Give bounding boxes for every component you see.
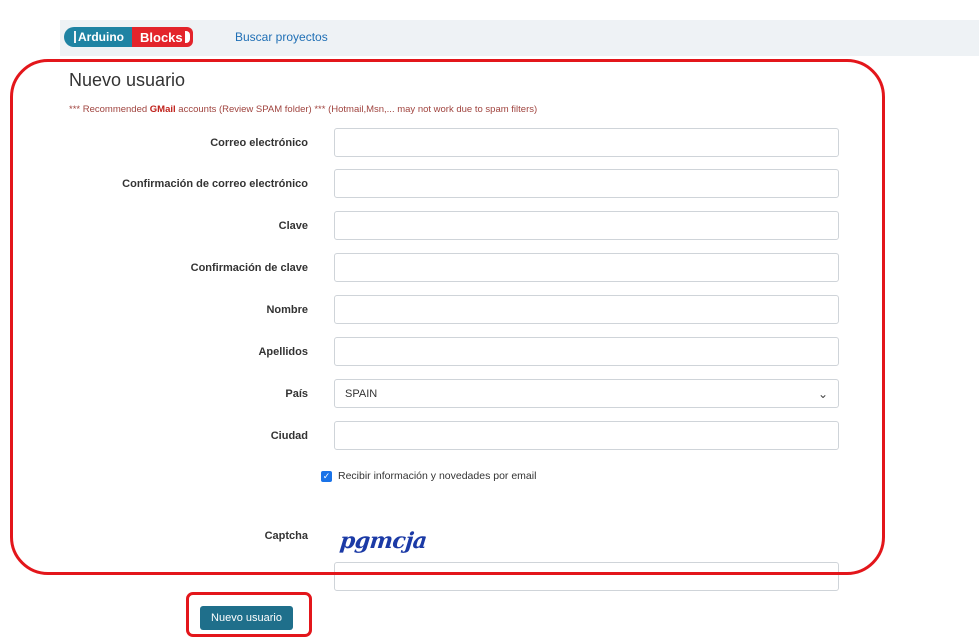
name-label: Nombre bbox=[266, 304, 308, 316]
password-field[interactable] bbox=[334, 211, 839, 240]
country-label: País bbox=[285, 388, 308, 400]
logo-arduino-part: Arduino bbox=[64, 27, 132, 47]
notice-brand: GMail bbox=[149, 104, 176, 115]
page-title: Nuevo usuario bbox=[69, 70, 186, 90]
email-label: Correo electrónico bbox=[210, 137, 308, 149]
surname-field[interactable] bbox=[334, 337, 839, 366]
newsletter-row: ✓ Recibir información y novedades por em… bbox=[321, 470, 536, 482]
notice-prefix: *** Recommended bbox=[69, 104, 150, 115]
newsletter-label: Recibir información y novedades por emai… bbox=[338, 470, 537, 482]
email-notice: *** Recommended GMail accounts (Review S… bbox=[69, 104, 537, 115]
newsletter-checkbox[interactable]: ✓ bbox=[321, 470, 332, 482]
password-label: Clave bbox=[278, 220, 308, 232]
city-label: Ciudad bbox=[270, 430, 308, 442]
country-selected-value: SPAIN bbox=[345, 387, 378, 400]
name-field[interactable] bbox=[334, 295, 839, 324]
top-navbar: Arduino Blocks Buscar proyectos bbox=[60, 20, 979, 56]
logo-blocks-part: Blocks bbox=[132, 27, 193, 47]
email-field[interactable] bbox=[334, 128, 839, 157]
city-field[interactable] bbox=[334, 421, 839, 450]
email-confirm-label: Confirmación de correo electrónico bbox=[122, 178, 308, 190]
password-confirm-label: Confirmación de clave bbox=[190, 262, 308, 274]
email-confirm-field[interactable] bbox=[334, 169, 839, 198]
surname-label: Apellidos bbox=[258, 346, 308, 358]
captcha-label: Captcha bbox=[264, 530, 308, 542]
password-confirm-field[interactable] bbox=[334, 253, 839, 282]
captcha-image: pgmcja bbox=[338, 528, 429, 554]
arduinoblocks-logo[interactable]: Arduino Blocks bbox=[64, 26, 193, 48]
country-select[interactable]: SPAIN ⌄ bbox=[334, 379, 839, 408]
captcha-field[interactable] bbox=[334, 562, 839, 591]
new-user-button[interactable]: Nuevo usuario bbox=[200, 606, 293, 630]
search-projects-link[interactable]: Buscar proyectos bbox=[235, 30, 328, 44]
notice-suffix: accounts (Review SPAM folder) *** (Hotma… bbox=[175, 104, 538, 115]
chevron-down-icon: ⌄ bbox=[817, 386, 828, 401]
